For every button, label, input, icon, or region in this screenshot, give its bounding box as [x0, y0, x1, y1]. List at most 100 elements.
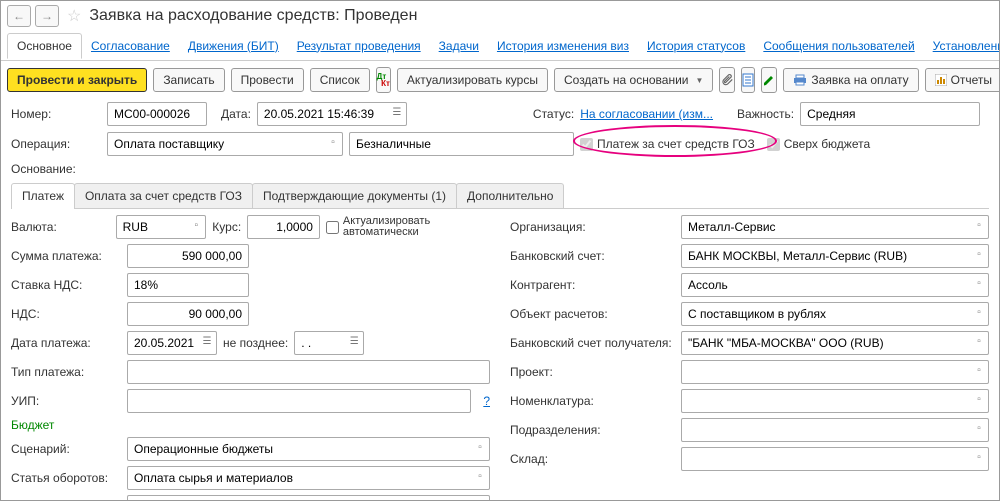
tab-result[interactable]: Результат проведения — [288, 34, 430, 58]
edit-button[interactable] — [761, 67, 777, 93]
help-icon[interactable]: ? — [483, 394, 490, 408]
operation-input[interactable]: ▫ — [107, 132, 343, 156]
bank-input[interactable]: ▫ — [681, 244, 989, 268]
status-link[interactable]: На согласовании (изм... — [580, 107, 713, 121]
dept-label: Подразделения: — [510, 423, 675, 437]
update-rates-button[interactable]: Актуализировать курсы — [397, 68, 548, 92]
tab-approval[interactable]: Согласование — [82, 34, 179, 58]
sum-input[interactable] — [127, 244, 249, 268]
calendar-icon[interactable]: ☰ — [390, 104, 404, 120]
rate-label: Курс: — [212, 220, 241, 234]
doc-button[interactable] — [741, 67, 755, 93]
picker-icon[interactable]: ▫ — [972, 449, 986, 465]
not-later-label: не позднее: — [223, 336, 288, 350]
project-input[interactable]: ▫ — [681, 360, 989, 384]
pay-date-input[interactable]: ☰ — [127, 331, 217, 355]
vat-input[interactable] — [127, 302, 249, 326]
uip-input[interactable] — [127, 389, 471, 413]
create-based-button[interactable]: Создать на основании▼ — [554, 68, 713, 92]
tab-status-history[interactable]: История статусов — [638, 34, 754, 58]
nomen-label: Номенклатура: — [510, 394, 675, 408]
pay-type-input[interactable] — [127, 360, 490, 384]
picker-icon[interactable]: ▫ — [972, 391, 986, 407]
picker-icon[interactable]: ▫ — [972, 362, 986, 378]
tab-visas[interactable]: Установленные визы — [924, 34, 1000, 58]
reports-button[interactable]: Отчеты▼ — [925, 68, 1000, 92]
dept-input[interactable]: ▫ — [681, 418, 989, 442]
nav-forward-button[interactable]: → — [35, 5, 59, 27]
number-input[interactable] — [107, 102, 207, 126]
picker-icon[interactable]: ▫ — [473, 468, 487, 484]
attach-button[interactable] — [719, 67, 735, 93]
list-button[interactable]: Список — [310, 68, 370, 92]
budget-section-label: Бюджет — [11, 418, 54, 432]
currency-input[interactable]: ▫ — [116, 215, 207, 239]
calendar-icon[interactable]: ☰ — [200, 333, 214, 349]
picker-icon[interactable]: ▫ — [972, 217, 986, 233]
recv-bank-input[interactable]: ▫ — [681, 331, 989, 355]
save-button[interactable]: Записать — [153, 68, 224, 92]
nav-back-button[interactable]: ← — [7, 5, 31, 27]
over-budget-checkbox[interactable]: Сверх бюджета — [767, 137, 870, 151]
tab-movements[interactable]: Движения (БИТ) — [179, 34, 288, 58]
recv-bank-label: Банковский счет получателя: — [510, 336, 675, 350]
picker-icon[interactable]: ▫ — [972, 333, 986, 349]
currency-label: Валюта: — [11, 220, 110, 234]
picker-icon[interactable]: ▫ — [972, 420, 986, 436]
project-label: Проект: — [510, 365, 675, 379]
rate-input[interactable] — [247, 215, 320, 239]
report-icon — [935, 74, 947, 86]
counter-input[interactable]: ▫ — [681, 273, 989, 297]
auto-update-checkbox[interactable]: Актуализировать автоматически — [326, 216, 490, 238]
picker-icon[interactable]: ▫ — [972, 304, 986, 320]
warehouse-label: Склад: — [510, 452, 675, 466]
turnover-input[interactable]: ▫ — [127, 466, 490, 490]
post-button[interactable]: Провести — [231, 68, 304, 92]
picker-icon[interactable]: ▫ — [326, 134, 340, 150]
vat-rate-input[interactable] — [127, 273, 249, 297]
nomen-input[interactable]: ▫ — [681, 389, 989, 413]
picker-icon[interactable]: ▫ — [473, 439, 487, 455]
scenario-label: Сценарий: — [11, 442, 121, 456]
not-later-input[interactable]: ☰ — [294, 331, 364, 355]
subtab-goz[interactable]: Оплата за счет средств ГОЗ — [74, 183, 253, 208]
dtkt-button[interactable]: Дт Кт — [376, 67, 391, 93]
subtab-extra[interactable]: Дополнительно — [456, 183, 564, 208]
subtab-payment[interactable]: Платеж — [11, 183, 75, 208]
counter-label: Контрагент: — [510, 278, 675, 292]
tab-visa-history[interactable]: История изменения виз — [488, 34, 638, 58]
tab-main[interactable]: Основное — [7, 33, 82, 59]
tab-tasks[interactable]: Задачи — [430, 34, 488, 58]
importance-input[interactable] — [800, 102, 980, 126]
turnover-label: Статья оборотов: — [11, 471, 121, 485]
status-label: Статус: — [533, 107, 574, 121]
org-input[interactable]: ▫ — [681, 215, 989, 239]
payment-request-button[interactable]: Заявка на оплату — [783, 68, 918, 92]
object-input[interactable]: ▫ — [681, 302, 989, 326]
sum-label: Сумма платежа: — [11, 249, 121, 263]
subtab-docs[interactable]: Подтверждающие документы (1) — [252, 183, 457, 208]
calendar-icon[interactable]: ☰ — [347, 333, 361, 349]
tab-messages[interactable]: Сообщения пользователей — [754, 34, 923, 58]
favorite-star-icon[interactable]: ☆ — [67, 6, 81, 26]
post-and-close-button[interactable]: Провести и закрыть — [7, 68, 147, 92]
date-input[interactable]: ☰ — [257, 102, 407, 126]
page-title: Заявка на расходование средств: Проведен — [89, 7, 417, 25]
pay-date-label: Дата платежа: — [11, 336, 121, 350]
cashless-input[interactable] — [349, 132, 574, 156]
scenario-input[interactable]: ▫ — [127, 437, 490, 461]
picker-icon[interactable]: ▫ — [972, 275, 986, 291]
goz-checkbox[interactable]: Платеж за счет средств ГОЗ — [580, 137, 755, 151]
org-label: Организация: — [510, 220, 675, 234]
warehouse-input[interactable]: ▫ — [681, 447, 989, 471]
bank-label: Банковский счет: — [510, 249, 675, 263]
object-label: Объект расчетов: — [510, 307, 675, 321]
printer-icon — [793, 74, 807, 86]
cfo-input[interactable]: ▫ — [127, 495, 490, 501]
picker-icon[interactable]: ▫ — [972, 246, 986, 262]
operation-label: Операция: — [11, 137, 101, 151]
pay-type-label: Тип платежа: — [11, 365, 121, 379]
basis-label: Основание: — [11, 162, 76, 176]
picker-icon[interactable]: ▫ — [189, 217, 203, 233]
picker-icon[interactable]: ▫ — [473, 497, 487, 501]
